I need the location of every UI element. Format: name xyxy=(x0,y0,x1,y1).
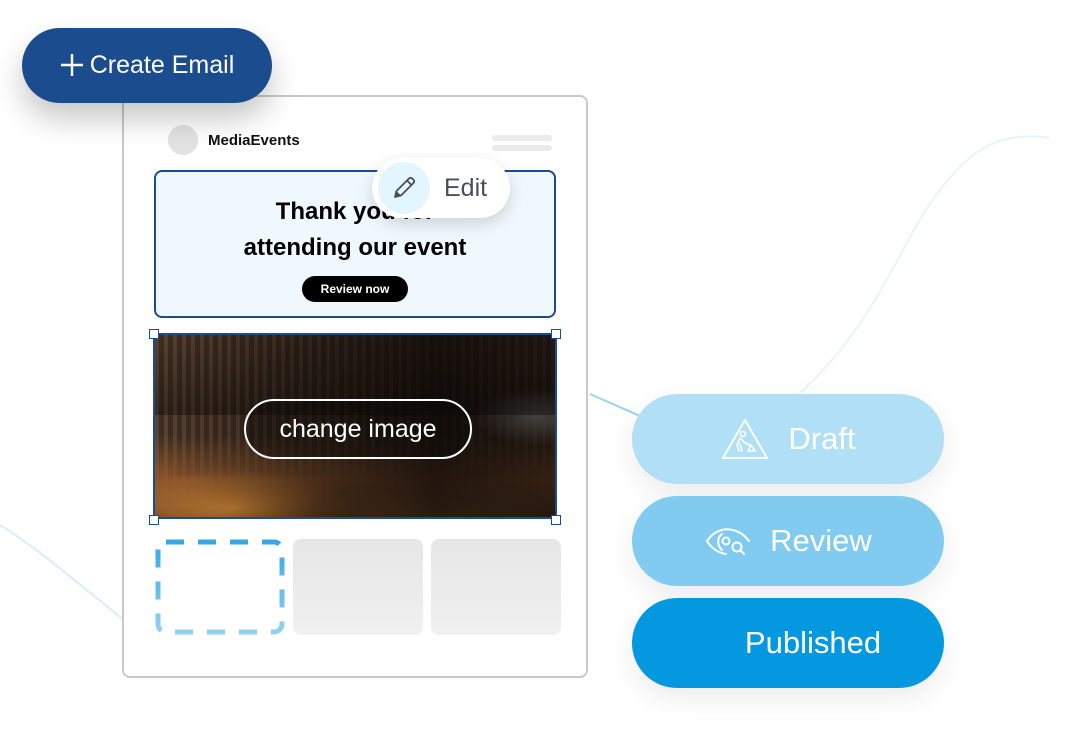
curve-line-right xyxy=(799,135,1051,394)
resize-handle-bottom-right[interactable] xyxy=(551,515,561,525)
content-placeholder[interactable] xyxy=(431,539,561,635)
status-review-label: Review xyxy=(770,523,872,558)
status-published-label: Published xyxy=(744,625,882,660)
connector-line-right xyxy=(589,393,641,417)
change-image-button[interactable]: change image xyxy=(244,399,472,459)
resize-handle-bottom-left[interactable] xyxy=(149,515,159,525)
status-review[interactable]: Review xyxy=(632,496,944,586)
brand-name: MediaEvents xyxy=(208,131,300,149)
content-block-row xyxy=(155,539,561,635)
status-draft[interactable]: Draft xyxy=(632,394,944,484)
eye-search-icon xyxy=(704,525,752,557)
content-placeholder[interactable] xyxy=(293,539,423,635)
email-preview-card: MediaEvents Thank you for attending our … xyxy=(122,95,588,678)
connector-line-left xyxy=(0,524,125,621)
create-email-label: Create Email xyxy=(89,51,235,79)
construction-sign-icon xyxy=(720,417,770,461)
email-header: MediaEvents xyxy=(168,125,300,155)
hamburger-menu-icon[interactable] xyxy=(492,135,552,155)
hero-title-line-2: attending our event xyxy=(243,234,467,261)
brand-avatar xyxy=(168,125,198,155)
edit-button[interactable]: Edit xyxy=(372,158,510,218)
plus-icon xyxy=(60,49,84,83)
status-draft-label: Draft xyxy=(788,421,856,456)
resize-handle-top-left[interactable] xyxy=(149,329,159,339)
create-email-button[interactable]: Create Email xyxy=(22,28,272,103)
status-published[interactable]: Published xyxy=(632,598,944,688)
image-block-selected[interactable]: change image xyxy=(153,333,557,519)
resize-handle-top-right[interactable] xyxy=(551,329,561,339)
review-now-button[interactable]: Review now xyxy=(301,276,409,302)
drop-zone-placeholder[interactable] xyxy=(155,539,285,635)
pencil-icon xyxy=(378,162,430,214)
edit-label: Edit xyxy=(444,173,488,202)
